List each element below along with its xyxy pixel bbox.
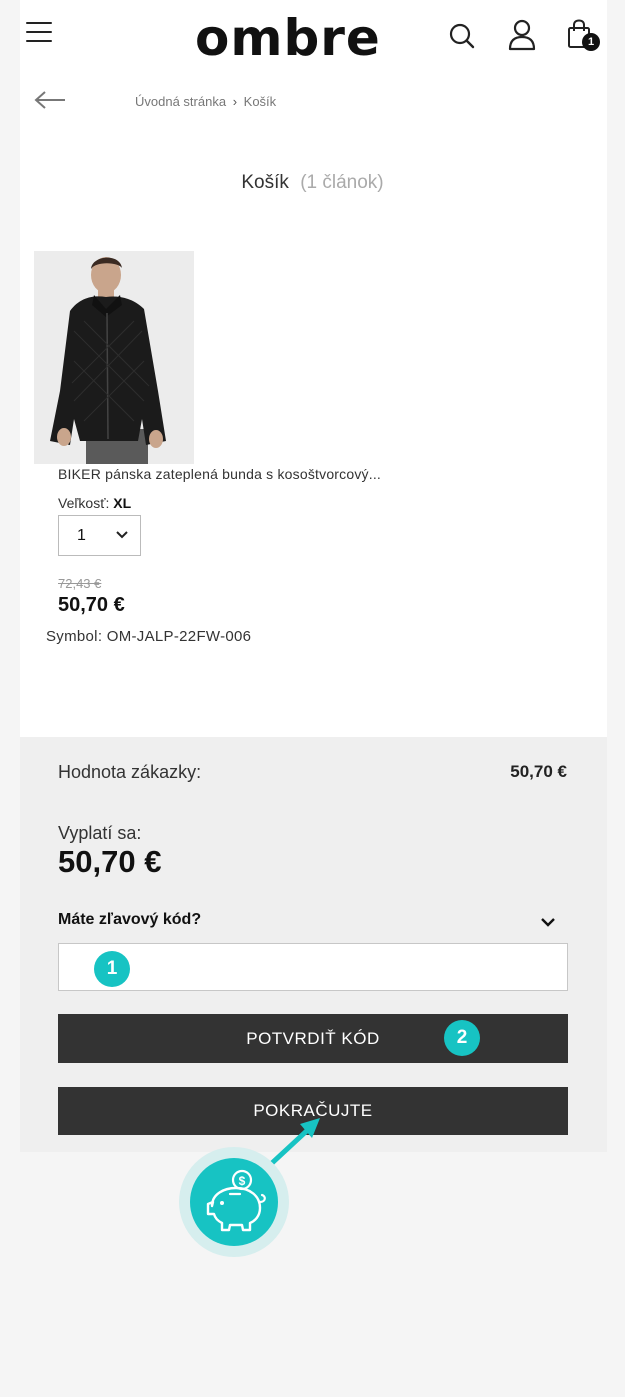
- discount-code-label[interactable]: Máte zľavový kód?: [58, 911, 201, 929]
- page-title: Košík (1 článok): [0, 172, 625, 194]
- step-marker-1: 1: [94, 951, 130, 987]
- total-label: Vyplatí sa:: [58, 823, 142, 843]
- size-label: Veľkosť:: [58, 495, 110, 511]
- current-price: 50,70 €: [58, 594, 125, 616]
- search-icon[interactable]: [448, 22, 476, 50]
- old-price: 72,43 €: [58, 576, 102, 591]
- cart-page: ombre 1 Úvodná stránka › Košík Košík (1 …: [0, 0, 625, 1397]
- order-value-label: Hodnota zákazky:: [58, 762, 202, 782]
- cart-title-text: Košík: [241, 172, 289, 193]
- cart-item-count: (1 článok): [300, 172, 384, 193]
- chevron-down-icon[interactable]: [540, 916, 556, 928]
- menu-icon[interactable]: [26, 22, 52, 44]
- svg-text:$: $: [239, 1174, 246, 1188]
- piggy-bank-icon: $: [206, 1169, 266, 1232]
- product-symbol: Symbol: OM-JALP-22FW-006: [46, 628, 252, 645]
- piggy-bank-badge: $: [190, 1158, 278, 1246]
- breadcrumb: Úvodná stránka › Košík: [135, 94, 276, 109]
- site-header: ombre 1: [20, 0, 607, 80]
- product-image[interactable]: [34, 251, 194, 464]
- confirm-code-button[interactable]: POTVRDIŤ KÓD: [58, 1014, 568, 1063]
- total-amount: 50,70 €: [58, 844, 162, 879]
- breadcrumb-current[interactable]: Košík: [244, 94, 277, 109]
- quantity-select[interactable]: 1: [58, 515, 141, 556]
- cart-count-badge: 1: [582, 33, 600, 51]
- order-value-amount: 50,70 €: [510, 762, 567, 781]
- step-marker-2: 2: [444, 1020, 480, 1056]
- chevron-down-icon: [116, 531, 128, 539]
- quantity-value: 1: [77, 527, 86, 544]
- product-size: Veľkosť: XL: [58, 495, 131, 511]
- back-arrow-icon[interactable]: [34, 90, 66, 110]
- logo[interactable]: ombre: [195, 8, 381, 68]
- breadcrumb-separator: ›: [232, 94, 238, 109]
- user-icon[interactable]: [507, 19, 537, 51]
- size-value: XL: [113, 495, 132, 511]
- product-name[interactable]: BIKER pánska zateplená bunda s kosoštvor…: [58, 466, 381, 482]
- discount-code-input[interactable]: [58, 943, 568, 991]
- breadcrumb-home[interactable]: Úvodná stránka: [135, 94, 226, 109]
